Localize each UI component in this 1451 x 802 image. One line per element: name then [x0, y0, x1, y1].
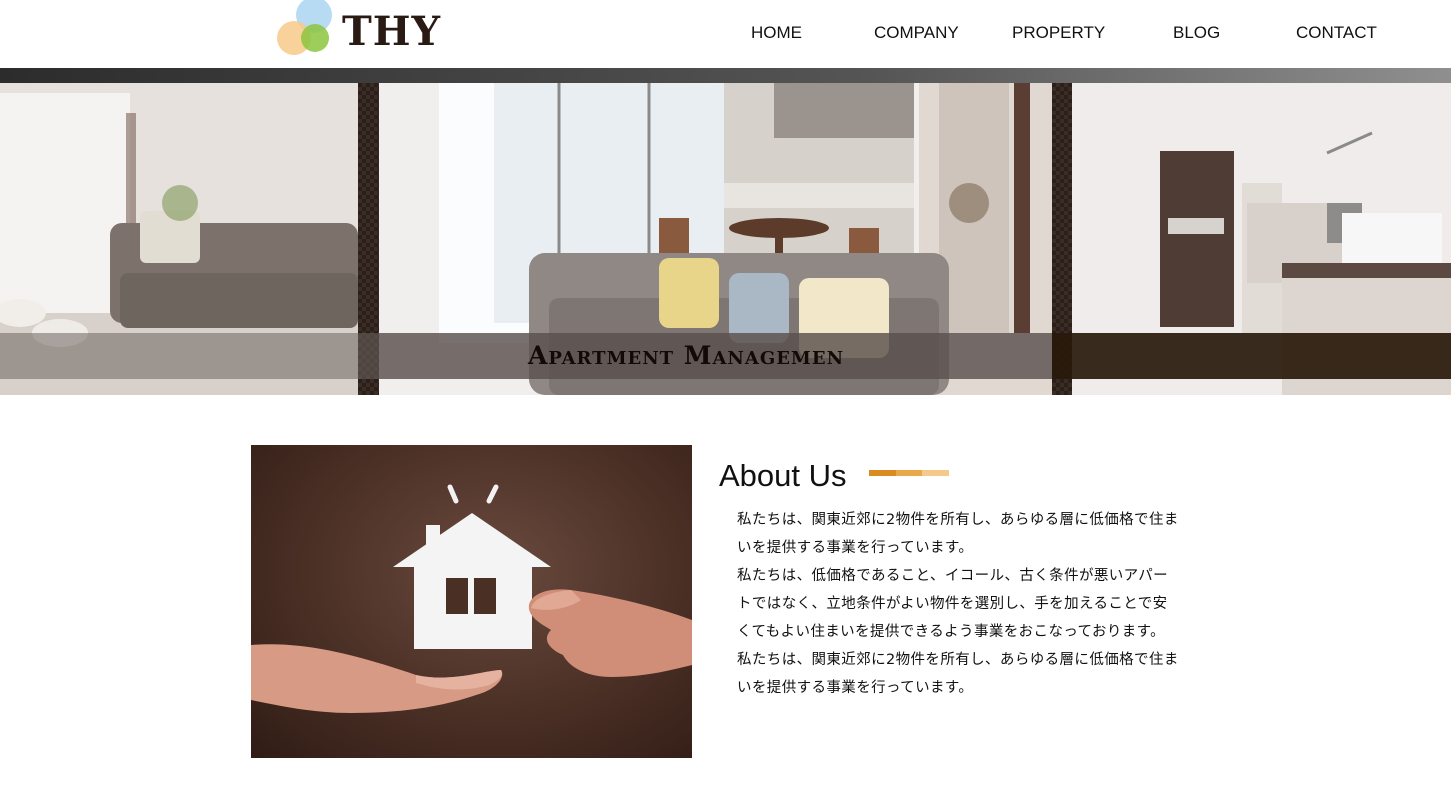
- about-paragraph-1: 私たちは、関東近郊に2物件を所有し、あらゆる層に低価格で住まいを提供する事業を行…: [737, 512, 1179, 556]
- accent-segment-3: [922, 470, 949, 476]
- accent-segment-1: [869, 470, 896, 476]
- nav-property[interactable]: PROPERTY: [1012, 22, 1105, 44]
- about-text: 私たちは、関東近郊に2物件を所有し、あらゆる層に低価格で住まいを提供する事業を行…: [737, 506, 1179, 702]
- hero-title: Apartment Managemen: [527, 341, 845, 370]
- about-paragraph-3: 私たちは、関東近郊に2物件を所有し、あらゆる層に低価格で住まいを提供する事業を行…: [737, 652, 1179, 696]
- nav-contact[interactable]: CONTACT: [1296, 22, 1377, 44]
- nav-company[interactable]: COMPANY: [874, 22, 959, 44]
- nav-blog[interactable]: BLOG: [1173, 22, 1220, 44]
- hero-top-bar: [0, 68, 1451, 83]
- about-heading: About Us: [719, 458, 847, 493]
- nav-home[interactable]: HOME: [751, 22, 802, 44]
- accent-segment-2: [896, 470, 922, 476]
- site-header: THY HOME COMPANY PROPERTY BLOG CONTACT: [0, 0, 1451, 68]
- about-paragraph-2: 私たちは、低価格であること、イコール、古く条件が悪いアパートではなく、立地条件が…: [737, 568, 1169, 640]
- main-nav: HOME COMPANY PROPERTY BLOG CONTACT: [0, 22, 1451, 46]
- house-handover-photo: [251, 445, 692, 758]
- hero-banner: Apartment Managemen: [0, 83, 1451, 395]
- heading-accent-bar: [869, 470, 949, 476]
